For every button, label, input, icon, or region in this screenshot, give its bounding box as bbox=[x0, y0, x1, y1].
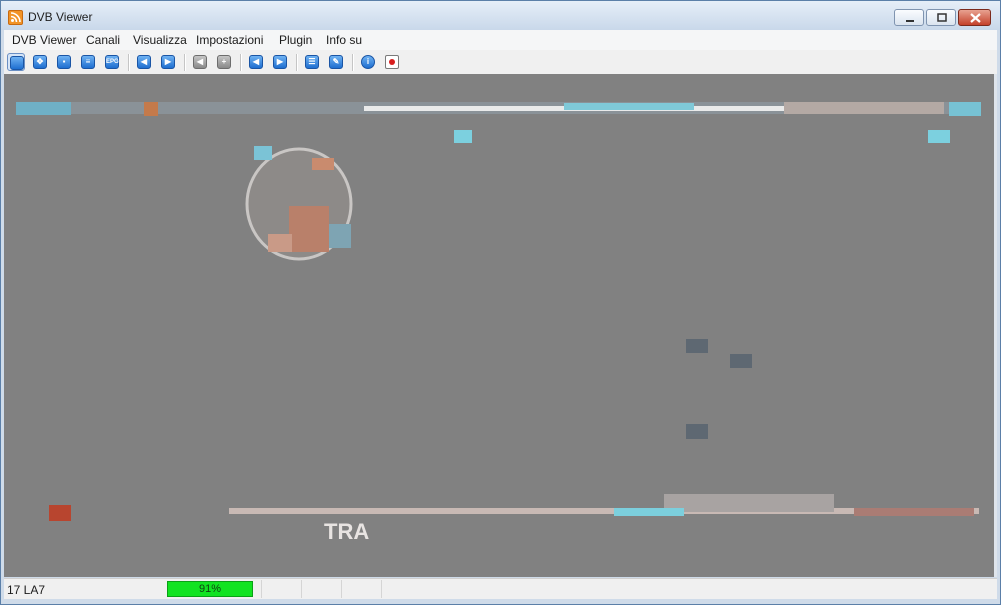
teletext-button[interactable]: ☰ bbox=[303, 53, 321, 71]
minimize-icon bbox=[906, 20, 914, 22]
signal-strength-bar: 91% bbox=[167, 581, 253, 597]
list-button[interactable]: ≡ bbox=[79, 53, 97, 71]
fullscreen-button[interactable] bbox=[7, 53, 25, 71]
rss-icon bbox=[8, 10, 23, 25]
status-cell bbox=[341, 580, 382, 598]
record-icon bbox=[385, 55, 399, 69]
menu-dvb-viewer[interactable]: DVB Viewer bbox=[12, 33, 76, 47]
epg-button[interactable]: EPG bbox=[103, 53, 121, 71]
toolbar-separator bbox=[296, 54, 298, 71]
pin-button[interactable]: ▪ bbox=[55, 53, 73, 71]
back-button[interactable]: ◀ bbox=[247, 53, 265, 71]
audio-down-button[interactable]: ◀ bbox=[191, 53, 209, 71]
settings-button[interactable]: ✎ bbox=[327, 53, 345, 71]
record-button[interactable] bbox=[383, 53, 401, 71]
menu-plugin[interactable]: Plugin bbox=[279, 33, 312, 47]
status-channel: 17 LA7 bbox=[7, 583, 46, 597]
channel-up-button[interactable]: ▶ bbox=[159, 53, 177, 71]
channel-up-icon: ▶ bbox=[161, 55, 175, 69]
video-area[interactable]: TRA bbox=[4, 74, 994, 577]
toolbar-separator bbox=[352, 54, 354, 71]
forward-button[interactable]: ▶ bbox=[271, 53, 289, 71]
menu-bar: DVB Viewer Canali Visualizza Impostazion… bbox=[4, 30, 997, 50]
menu-info-su[interactable]: Info su bbox=[326, 33, 362, 47]
menu-canali[interactable]: Canali bbox=[86, 33, 120, 47]
back-icon: ◀ bbox=[249, 55, 263, 69]
move-button[interactable]: ✥ bbox=[31, 53, 49, 71]
app-window: DVB Viewer DVB Viewer Canali Visualizza … bbox=[0, 0, 1001, 605]
info-button[interactable]: i bbox=[359, 53, 377, 71]
teletext-icon: ☰ bbox=[305, 55, 319, 69]
audio-up-button[interactable]: + bbox=[215, 53, 233, 71]
window-edge bbox=[994, 74, 997, 577]
fullscreen-icon bbox=[10, 56, 24, 70]
restore-button[interactable] bbox=[926, 9, 956, 26]
list-icon: ≡ bbox=[81, 55, 95, 69]
channel-down-button[interactable]: ◀ bbox=[135, 53, 153, 71]
video-frame: TRA bbox=[4, 74, 994, 577]
title-bar[interactable]: DVB Viewer bbox=[1, 1, 1000, 30]
pin-icon: ▪ bbox=[57, 55, 71, 69]
settings-icon: ✎ bbox=[329, 55, 343, 69]
minimize-button[interactable] bbox=[894, 9, 924, 26]
close-button[interactable] bbox=[958, 9, 991, 26]
toolbar-separator bbox=[240, 54, 242, 71]
toolbar-separator bbox=[128, 54, 130, 71]
forward-icon: ▶ bbox=[273, 55, 287, 69]
window-title: DVB Viewer bbox=[28, 10, 93, 24]
restore-icon bbox=[937, 13, 947, 22]
status-bar: 17 LA7 91% bbox=[4, 578, 997, 599]
channel-down-icon: ◀ bbox=[137, 55, 151, 69]
menu-visualizza[interactable]: Visualizza bbox=[133, 33, 187, 47]
close-icon bbox=[970, 13, 981, 23]
audio-up-icon: + bbox=[217, 55, 231, 69]
status-cell bbox=[261, 580, 302, 598]
info-icon: i bbox=[361, 55, 375, 69]
audio-down-icon: ◀ bbox=[193, 55, 207, 69]
toolbar: ✥ ▪ ≡ EPG ◀ ▶ ◀ + ◀ ▶ ☰ ✎ i bbox=[4, 50, 997, 75]
epg-icon: EPG bbox=[105, 55, 119, 69]
video-overlay-text: TRA bbox=[324, 519, 369, 544]
move-icon: ✥ bbox=[33, 55, 47, 69]
menu-impostazioni[interactable]: Impostazioni bbox=[196, 33, 263, 47]
status-cell bbox=[301, 580, 342, 598]
toolbar-separator bbox=[184, 54, 186, 71]
status-cell bbox=[381, 580, 422, 598]
